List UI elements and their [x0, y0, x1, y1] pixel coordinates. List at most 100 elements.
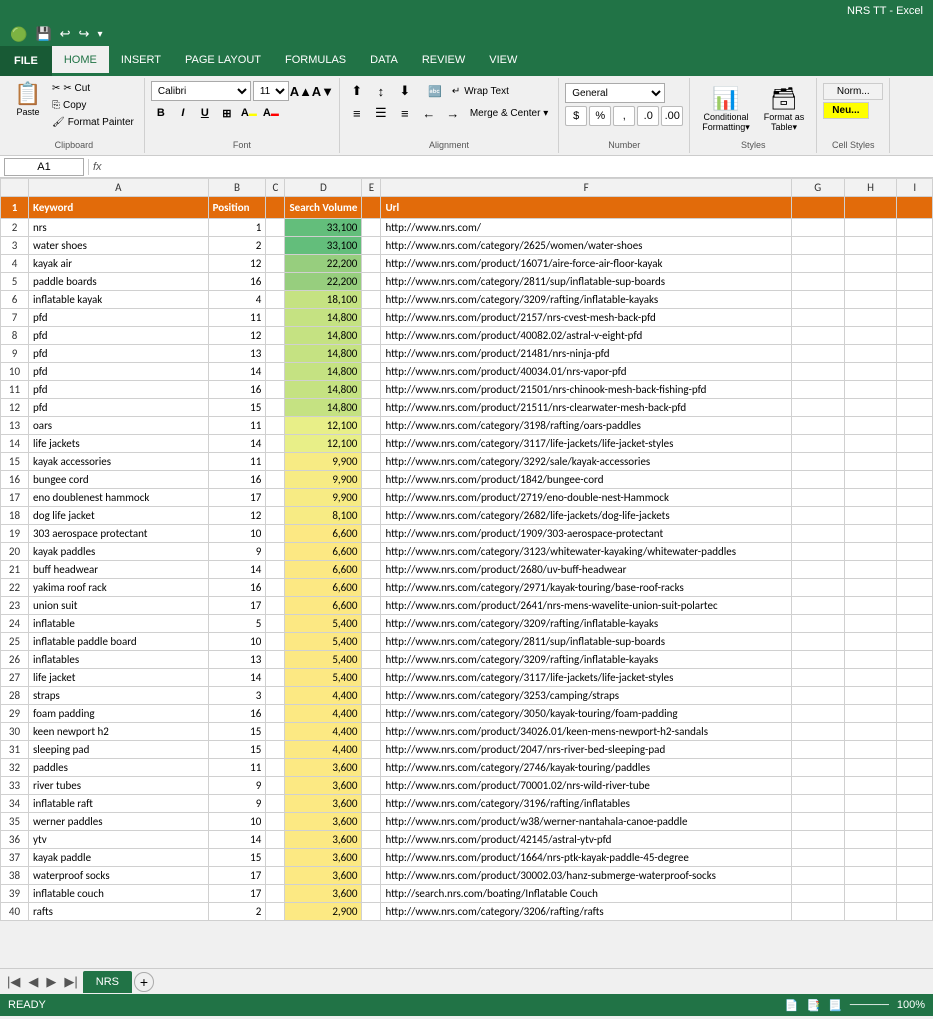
cell-i[interactable]: [897, 705, 933, 723]
cell-position[interactable]: 9: [208, 543, 266, 561]
cell-i[interactable]: [897, 237, 933, 255]
row-num-22[interactable]: 22: [1, 579, 29, 597]
cell-g[interactable]: [791, 669, 844, 687]
cell-url[interactable]: http://www.nrs.com/product/2641/nrs-mens…: [381, 597, 791, 615]
cell-g[interactable]: [791, 273, 844, 291]
cell-c[interactable]: [266, 219, 285, 237]
cell-h[interactable]: [844, 543, 897, 561]
cell-g[interactable]: [791, 903, 844, 921]
cell-e[interactable]: [362, 777, 381, 795]
italic-button[interactable]: I: [173, 103, 193, 123]
cell-g[interactable]: [791, 597, 844, 615]
wrap-text-button[interactable]: ↵ Wrap Text: [448, 81, 513, 101]
cell-g[interactable]: [791, 471, 844, 489]
cell-url[interactable]: http://www.nrs.com/category/3198/rafting…: [381, 417, 791, 435]
cell-sv[interactable]: 5,400: [285, 615, 362, 633]
cell-sv[interactable]: 3,600: [285, 795, 362, 813]
cell-c[interactable]: [266, 435, 285, 453]
cell-sv[interactable]: 3,600: [285, 759, 362, 777]
zoom-slider[interactable]: ─────: [850, 999, 889, 1011]
cell-i[interactable]: [897, 669, 933, 687]
name-box[interactable]: [4, 158, 84, 176]
row-num-15[interactable]: 15: [1, 453, 29, 471]
cell-keyword[interactable]: kayak paddles: [29, 543, 209, 561]
row-num-28[interactable]: 28: [1, 687, 29, 705]
cell-i1[interactable]: [897, 197, 933, 219]
cell-e[interactable]: [362, 867, 381, 885]
cell-url[interactable]: http://www.nrs.com/: [381, 219, 791, 237]
cell-g[interactable]: [791, 219, 844, 237]
cell-url[interactable]: http://www.nrs.com/category/3209/rafting…: [381, 651, 791, 669]
cell-c[interactable]: [266, 849, 285, 867]
cell-c[interactable]: [266, 777, 285, 795]
cell-sv[interactable]: 14,800: [285, 327, 362, 345]
view-break-icon[interactable]: 📃: [828, 999, 842, 1012]
col-header-a[interactable]: A: [29, 179, 209, 197]
cell-g[interactable]: [791, 741, 844, 759]
cell-c[interactable]: [266, 543, 285, 561]
align-left-button[interactable]: ≡: [346, 103, 368, 123]
row-num-14[interactable]: 14: [1, 435, 29, 453]
cell-i[interactable]: [897, 273, 933, 291]
cell-h[interactable]: [844, 867, 897, 885]
cell-i[interactable]: [897, 561, 933, 579]
cell-h[interactable]: [844, 903, 897, 921]
cell-url[interactable]: http://www.nrs.com/category/2746/kayak-t…: [381, 759, 791, 777]
cell-keyword[interactable]: pfd: [29, 363, 209, 381]
cell-e[interactable]: [362, 687, 381, 705]
cell-position[interactable]: 14: [208, 831, 266, 849]
font-face-select[interactable]: Calibri: [151, 81, 251, 101]
cell-url[interactable]: http://www.nrs.com/product/1909/303-aero…: [381, 525, 791, 543]
cell-position[interactable]: 16: [208, 471, 266, 489]
col-header-g[interactable]: G: [791, 179, 844, 197]
cell-e[interactable]: [362, 885, 381, 903]
indent-decrease-button[interactable]: ←: [418, 103, 440, 123]
cell-url[interactable]: http://www.nrs.com/product/21481/nrs-nin…: [381, 345, 791, 363]
cell-g[interactable]: [791, 543, 844, 561]
cell-g[interactable]: [791, 525, 844, 543]
cell-g[interactable]: [791, 885, 844, 903]
cell-c[interactable]: [266, 669, 285, 687]
cell-e[interactable]: [362, 615, 381, 633]
cell-keyword[interactable]: dog life jacket: [29, 507, 209, 525]
cell-g[interactable]: [791, 777, 844, 795]
cell-h[interactable]: [844, 237, 897, 255]
cell-sv[interactable]: 12,100: [285, 435, 362, 453]
cell-e[interactable]: [362, 219, 381, 237]
cell-position[interactable]: 16: [208, 579, 266, 597]
cell-g[interactable]: [791, 831, 844, 849]
cell-h[interactable]: [844, 777, 897, 795]
cell-keyword[interactable]: eno doublenest hammock: [29, 489, 209, 507]
cell-g[interactable]: [791, 615, 844, 633]
nav-first-sheet[interactable]: |◀: [4, 972, 23, 992]
cell-h[interactable]: [844, 813, 897, 831]
cell-c[interactable]: [266, 741, 285, 759]
cell-e[interactable]: [362, 453, 381, 471]
cell-i[interactable]: [897, 615, 933, 633]
col-header-i[interactable]: I: [897, 179, 933, 197]
cell-h[interactable]: [844, 273, 897, 291]
cell-url[interactable]: http://www.nrs.com/product/2047/nrs-rive…: [381, 741, 791, 759]
row-num-5[interactable]: 5: [1, 273, 29, 291]
cell-c[interactable]: [266, 615, 285, 633]
cut-button[interactable]: ✂ ✂ Cut: [48, 81, 138, 96]
cell-c[interactable]: [266, 291, 285, 309]
row-num-30[interactable]: 30: [1, 723, 29, 741]
row-num-9[interactable]: 9: [1, 345, 29, 363]
row-num-38[interactable]: 38: [1, 867, 29, 885]
cell-i[interactable]: [897, 633, 933, 651]
row-num-27[interactable]: 27: [1, 669, 29, 687]
tab-home[interactable]: HOME: [52, 46, 109, 76]
paste-button[interactable]: 📋 Paste: [10, 81, 46, 119]
cell-sv[interactable]: 9,900: [285, 489, 362, 507]
cell-h[interactable]: [844, 219, 897, 237]
cell-sv[interactable]: 5,400: [285, 651, 362, 669]
format-painter-button[interactable]: 🖌 Format Painter: [48, 115, 138, 130]
cell-c[interactable]: [266, 471, 285, 489]
cell-e[interactable]: [362, 795, 381, 813]
cell-i[interactable]: [897, 309, 933, 327]
cell-keyword[interactable]: keen newport h2: [29, 723, 209, 741]
cell-h[interactable]: [844, 507, 897, 525]
row-num-11[interactable]: 11: [1, 381, 29, 399]
cell-e[interactable]: [362, 489, 381, 507]
